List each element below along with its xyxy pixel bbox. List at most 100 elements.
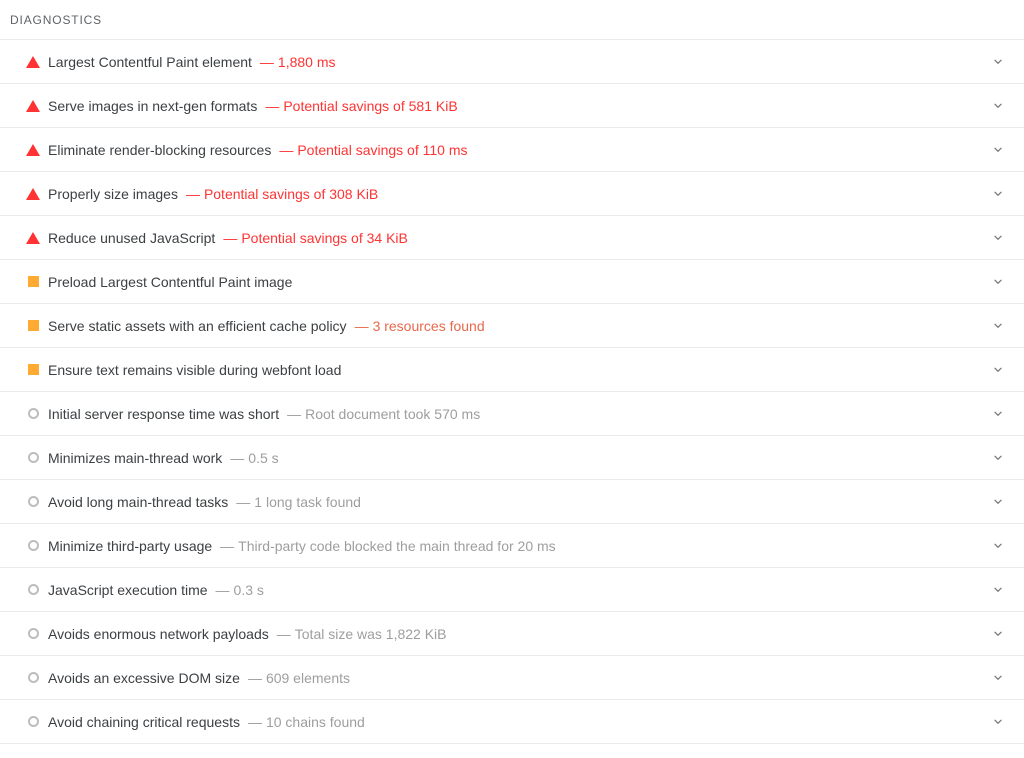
- audit-value-text: 10 chains found: [265, 713, 365, 730]
- circle-icon: [27, 496, 39, 507]
- chevron-down-icon[interactable]: [986, 666, 1010, 690]
- audit-title: Avoid long main-thread tasks: [48, 493, 229, 510]
- chevron-down-icon[interactable]: [986, 402, 1010, 426]
- audit-row[interactable]: Avoids enormous network payloads — Total s…: [0, 612, 1024, 656]
- chevron-down-icon[interactable]: [986, 358, 1010, 382]
- audit-row[interactable]: Eliminate render-blocking resources — Pote…: [0, 128, 1024, 172]
- audit-display-value: —10 chains found: [248, 712, 365, 732]
- audit-score-icon: [21, 446, 45, 470]
- audit-display-value: —1 long task found: [236, 492, 361, 512]
- audit-value-dash: —: [247, 713, 262, 730]
- chevron-down-icon[interactable]: [986, 710, 1010, 734]
- audit-row[interactable]: Initial server response time was short — R…: [0, 392, 1024, 436]
- audit-value-dash: —: [265, 97, 280, 114]
- audit-score-icon: [21, 622, 45, 646]
- audit-row[interactable]: Avoid chaining critical requests —10 chai…: [0, 700, 1024, 744]
- audit-value-dash: —: [354, 317, 369, 334]
- audit-value-dash: —: [279, 141, 294, 158]
- audit-row[interactable]: Ensure text remains visible during webfo…: [0, 348, 1024, 392]
- chevron-down-icon[interactable]: [986, 270, 1010, 294]
- chevron-down-icon[interactable]: [986, 534, 1010, 558]
- triangle-icon: [26, 143, 40, 156]
- audit-value-text: Third-party code blocked the main thread…: [238, 537, 556, 554]
- circle-icon: [27, 672, 39, 683]
- audit-title: Serve static assets with an efficient ca…: [48, 317, 347, 334]
- audit-title: Ensure text remains visible during webfo…: [48, 361, 342, 378]
- audit-score-icon: [21, 94, 45, 118]
- chevron-down-icon[interactable]: [986, 314, 1010, 338]
- audit-value-text: 0.3 s: [233, 581, 264, 598]
- audit-score-icon: [21, 50, 45, 74]
- audit-value-text: 1 long task found: [254, 493, 361, 510]
- chevron-down-icon[interactable]: [986, 226, 1010, 250]
- chevron-down-icon[interactable]: [986, 94, 1010, 118]
- audit-value-dash: —: [247, 669, 262, 686]
- audit-text: Avoid long main-thread tasks —1 long task…: [48, 492, 986, 512]
- square-icon: [27, 276, 39, 287]
- audit-title: Avoid chaining critical requests: [48, 713, 240, 730]
- diagnostics-section-header: DIAGNOSTICS: [0, 0, 1024, 40]
- audit-title: Serve images in next-gen formats: [48, 97, 258, 114]
- chevron-down-icon[interactable]: [986, 578, 1010, 602]
- audit-row[interactable]: Reduce unused JavaScript — Potential savin…: [0, 216, 1024, 260]
- audit-value-text: Total size was 1,822 KiB: [294, 625, 447, 642]
- audit-text: JavaScript execution time —0.3 s: [48, 580, 986, 600]
- audit-display-value: — Potential savings of 308 KiB: [186, 184, 378, 204]
- audit-title: Initial server response time was short: [48, 405, 280, 422]
- audit-score-icon: [21, 270, 45, 294]
- audit-row[interactable]: Properly size images — Potential savings o…: [0, 172, 1024, 216]
- audit-text: Ensure text remains visible during webfo…: [48, 360, 986, 380]
- audit-title: Eliminate render-blocking resources: [48, 141, 272, 158]
- audit-score-icon: [21, 666, 45, 690]
- audit-value-dash: —: [236, 493, 251, 510]
- audit-score-icon: [21, 226, 45, 250]
- audit-title: JavaScript execution time: [48, 581, 208, 598]
- audit-title: Avoids enormous network payloads: [48, 625, 269, 642]
- audit-score-icon: [21, 182, 45, 206]
- triangle-icon: [26, 187, 40, 200]
- audit-display-value: — Potential savings of 581 KiB: [265, 96, 457, 116]
- audit-row[interactable]: Serve static assets with an efficient ca…: [0, 304, 1024, 348]
- audit-value-dash: —: [276, 625, 291, 642]
- audit-row[interactable]: Avoid long main-thread tasks —1 long task…: [0, 480, 1024, 524]
- audit-row[interactable]: Largest Contentful Paint element —1,880 m…: [0, 40, 1024, 84]
- triangle-icon: [26, 231, 40, 244]
- square-icon: [27, 320, 39, 331]
- audit-row[interactable]: Avoids an excessive DOM size —609 element…: [0, 656, 1024, 700]
- audit-row[interactable]: JavaScript execution time —0.3 s: [0, 568, 1024, 612]
- audit-value-dash: —: [259, 53, 274, 70]
- audit-row[interactable]: Preload Largest Contentful Paint image: [0, 260, 1024, 304]
- audit-display-value: —609 elements: [248, 668, 350, 688]
- chevron-down-icon[interactable]: [986, 138, 1010, 162]
- triangle-icon: [26, 55, 40, 68]
- audit-text: Avoid chaining critical requests —10 chai…: [48, 712, 986, 732]
- audit-text: Eliminate render-blocking resources — Pote…: [48, 140, 986, 160]
- chevron-down-icon[interactable]: [986, 490, 1010, 514]
- audit-score-icon: [21, 578, 45, 602]
- circle-icon: [27, 584, 39, 595]
- audit-display-value: — Potential savings of 110 ms: [279, 140, 467, 160]
- audit-row[interactable]: Minimizes main-thread work —0.5 s: [0, 436, 1024, 480]
- audit-score-icon: [21, 358, 45, 382]
- triangle-icon: [26, 99, 40, 112]
- audit-value-dash: —: [220, 537, 235, 554]
- circle-icon: [27, 452, 39, 463]
- audit-title: Minimizes main-thread work: [48, 449, 223, 466]
- audit-title: Minimize third-party usage: [48, 537, 213, 554]
- audit-row[interactable]: Serve images in next-gen formats — Potenti…: [0, 84, 1024, 128]
- chevron-down-icon[interactable]: [986, 50, 1010, 74]
- square-icon: [27, 364, 39, 375]
- audit-list: Largest Contentful Paint element —1,880 m…: [0, 40, 1024, 744]
- audit-value-dash: —: [215, 581, 230, 598]
- diagnostics-panel: DIAGNOSTICS Largest Contentful Paint ele…: [0, 0, 1024, 756]
- chevron-down-icon[interactable]: [986, 182, 1010, 206]
- audit-display-value: —1,880 ms: [260, 52, 336, 72]
- audit-value-text: 609 elements: [265, 669, 350, 686]
- audit-text: Properly size images — Potential savings o…: [48, 184, 986, 204]
- audit-text: Preload Largest Contentful Paint image: [48, 272, 986, 292]
- audit-score-icon: [21, 138, 45, 162]
- chevron-down-icon[interactable]: [986, 446, 1010, 470]
- circle-icon: [27, 628, 39, 639]
- chevron-down-icon[interactable]: [986, 622, 1010, 646]
- audit-row[interactable]: Minimize third-party usage — Third-party c…: [0, 524, 1024, 568]
